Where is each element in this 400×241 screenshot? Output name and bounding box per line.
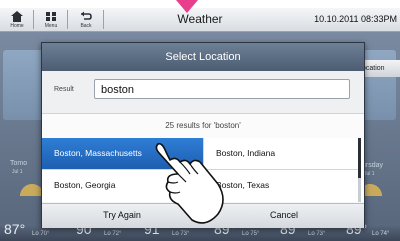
back-button[interactable]: Back xyxy=(71,8,101,31)
list-item[interactable]: Boston, Indiana xyxy=(204,138,358,169)
divider xyxy=(103,10,104,29)
temperature-value: 87° xyxy=(4,221,26,237)
home-icon xyxy=(11,11,23,22)
back-icon xyxy=(81,11,92,20)
cancel-button[interactable]: Cancel xyxy=(204,203,364,227)
temperature-low: Lo 73° xyxy=(308,231,326,237)
home-label: Home xyxy=(10,23,24,29)
app-title: Weather xyxy=(177,12,223,26)
results-count: 25 results for 'boston' xyxy=(42,113,364,139)
list-item[interactable]: Boston, Texas xyxy=(204,170,358,201)
dialog-title: Select Location xyxy=(42,43,364,71)
pointing-hand-icon xyxy=(155,142,224,224)
forecast-card-left xyxy=(3,50,45,120)
menu-button[interactable]: Menu xyxy=(36,8,66,31)
temperature-low: Lo 75° xyxy=(242,231,260,237)
result-label: Result xyxy=(54,86,74,93)
scrollbar-thumb[interactable] xyxy=(358,138,361,178)
menu-label: Menu xyxy=(44,23,58,29)
divider xyxy=(67,10,68,29)
forecast-day-left: Tomo xyxy=(10,160,28,167)
temperature-low: Lo 72° xyxy=(104,231,122,237)
pointer-marker xyxy=(176,0,198,13)
home-button[interactable]: Home xyxy=(2,8,32,31)
forecast-date-right: Jul 1 xyxy=(364,171,375,177)
temperature-low: Lo 70° xyxy=(32,231,50,237)
menu-icon xyxy=(46,12,56,21)
back-label: Back xyxy=(80,23,92,29)
temperature-low: Lo 74° xyxy=(372,231,390,237)
search-input[interactable]: boston xyxy=(94,79,350,99)
forecast-date-left: Jul 1 xyxy=(12,169,23,175)
forecast-day-right: ursday xyxy=(362,162,384,169)
divider xyxy=(33,10,34,29)
date-time: 10.10.2011 08:33PM xyxy=(314,14,397,24)
temperature-low: Lo 73° xyxy=(172,231,190,237)
